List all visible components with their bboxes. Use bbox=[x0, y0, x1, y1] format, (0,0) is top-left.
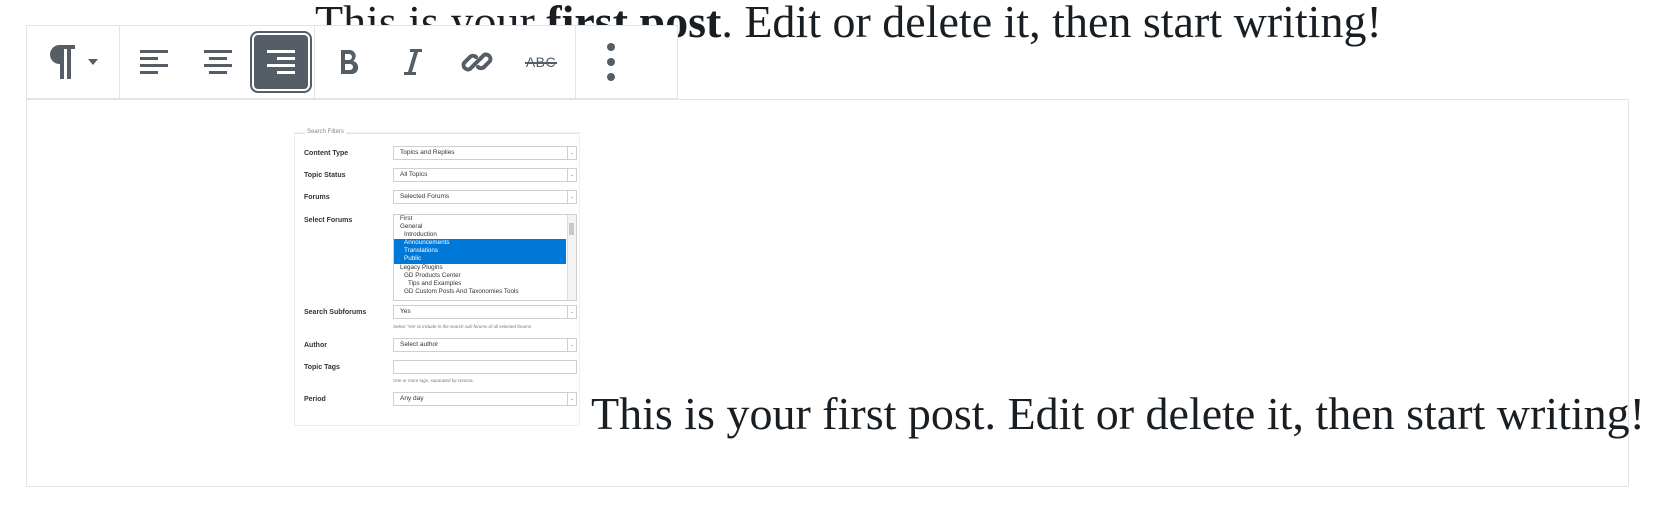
fieldset-legend: Search Filters bbox=[305, 129, 347, 135]
topic-tags-input bbox=[393, 360, 577, 374]
listbox-option: General bbox=[400, 223, 423, 231]
listbox-option: Public bbox=[394, 255, 566, 264]
italic-button[interactable] bbox=[383, 32, 443, 92]
content-type-value: Topics and Replies bbox=[400, 149, 455, 156]
author-label: Author bbox=[304, 342, 327, 349]
chevron-down-icon: ⌄ bbox=[567, 169, 576, 181]
topic-tags-label: Topic Tags bbox=[304, 364, 340, 371]
author-select: Select author ⌄ bbox=[393, 338, 577, 352]
chevron-down-icon: ⌄ bbox=[567, 393, 576, 405]
content-type-label: Content Type bbox=[304, 150, 349, 157]
forums-label: Forums bbox=[304, 194, 330, 201]
more-options-button[interactable] bbox=[581, 32, 641, 92]
search-subforums-label: Search Subforums bbox=[304, 309, 367, 316]
block-switcher-group bbox=[27, 26, 120, 98]
align-right-button[interactable] bbox=[252, 33, 310, 91]
chevron-down-icon: ⌄ bbox=[567, 306, 576, 318]
topic-status-select: All Topics ⌄ bbox=[393, 168, 577, 182]
link-button[interactable] bbox=[447, 32, 507, 92]
chevron-down-icon: ⌄ bbox=[567, 147, 576, 159]
topic-status-value: All Topics bbox=[400, 171, 428, 178]
period-label: Period bbox=[304, 396, 326, 403]
align-left-button[interactable] bbox=[124, 32, 184, 92]
image-caption[interactable]: This is your first post. Edit or delete … bbox=[591, 384, 1645, 444]
align-center-icon bbox=[204, 50, 232, 74]
align-center-button[interactable] bbox=[188, 32, 248, 92]
listbox-option: GD Custom Posts And Taxonomies Tools bbox=[404, 287, 519, 295]
listbox-option: First bbox=[400, 215, 413, 222]
listbox-option: Introduction bbox=[404, 231, 437, 239]
listbox-option: GD Products Center bbox=[404, 271, 461, 279]
align-right-icon bbox=[267, 50, 295, 74]
more-group bbox=[576, 26, 646, 98]
listbox-option: Tips and Examples bbox=[408, 279, 462, 287]
block-toolbar: ABC bbox=[26, 25, 678, 99]
select-forums-listbox: First General Introduction Announcements Tra… bbox=[393, 214, 577, 301]
search-subforums-select: Yes ⌄ bbox=[393, 305, 577, 319]
topic-status-label: Topic Status bbox=[304, 172, 346, 179]
strikethrough-button[interactable]: ABC bbox=[511, 32, 571, 92]
align-left-icon bbox=[140, 50, 168, 74]
period-select: Any day ⌄ bbox=[393, 392, 577, 406]
search-subforums-hint: Select 'Yes' to include in the search su… bbox=[393, 324, 533, 329]
period-value: Any day bbox=[400, 395, 424, 402]
bold-button[interactable] bbox=[319, 32, 379, 92]
forums-value: Selected Forums bbox=[400, 193, 450, 200]
listbox-option: Legacy Plugins bbox=[400, 263, 443, 271]
listbox-option: Announcements bbox=[394, 239, 566, 248]
author-value: Select author bbox=[400, 341, 439, 348]
pilcrow-icon bbox=[49, 45, 75, 79]
bold-icon bbox=[341, 50, 359, 75]
select-forums-label: Select Forums bbox=[304, 217, 353, 224]
link-icon bbox=[461, 52, 493, 72]
forums-select: Selected Forums ⌄ bbox=[393, 190, 577, 204]
topic-tags-hint: One or more tags, separated by comma. bbox=[393, 378, 474, 383]
content-type-select: Topics and Replies ⌄ bbox=[393, 146, 577, 160]
formatting-group: ABC bbox=[315, 26, 576, 98]
listbox-scrollbar bbox=[567, 215, 576, 300]
listbox-option: Translations bbox=[394, 247, 566, 256]
paragraph-text-end: . Edit or delete it, then start writing! bbox=[721, 0, 1382, 47]
alignment-group bbox=[120, 26, 315, 98]
chevron-down-icon: ⌄ bbox=[567, 191, 576, 203]
strikethrough-icon: ABC bbox=[524, 54, 558, 70]
block-image[interactable]: Search Filters Content Type Topics and R… bbox=[294, 129, 580, 426]
search-subforums-value: Yes bbox=[400, 308, 411, 315]
block-type-switcher[interactable] bbox=[27, 26, 119, 98]
chevron-down-icon bbox=[88, 59, 98, 65]
chevron-down-icon: ⌄ bbox=[567, 339, 576, 351]
italic-icon bbox=[404, 49, 422, 75]
more-options-icon bbox=[607, 43, 615, 81]
